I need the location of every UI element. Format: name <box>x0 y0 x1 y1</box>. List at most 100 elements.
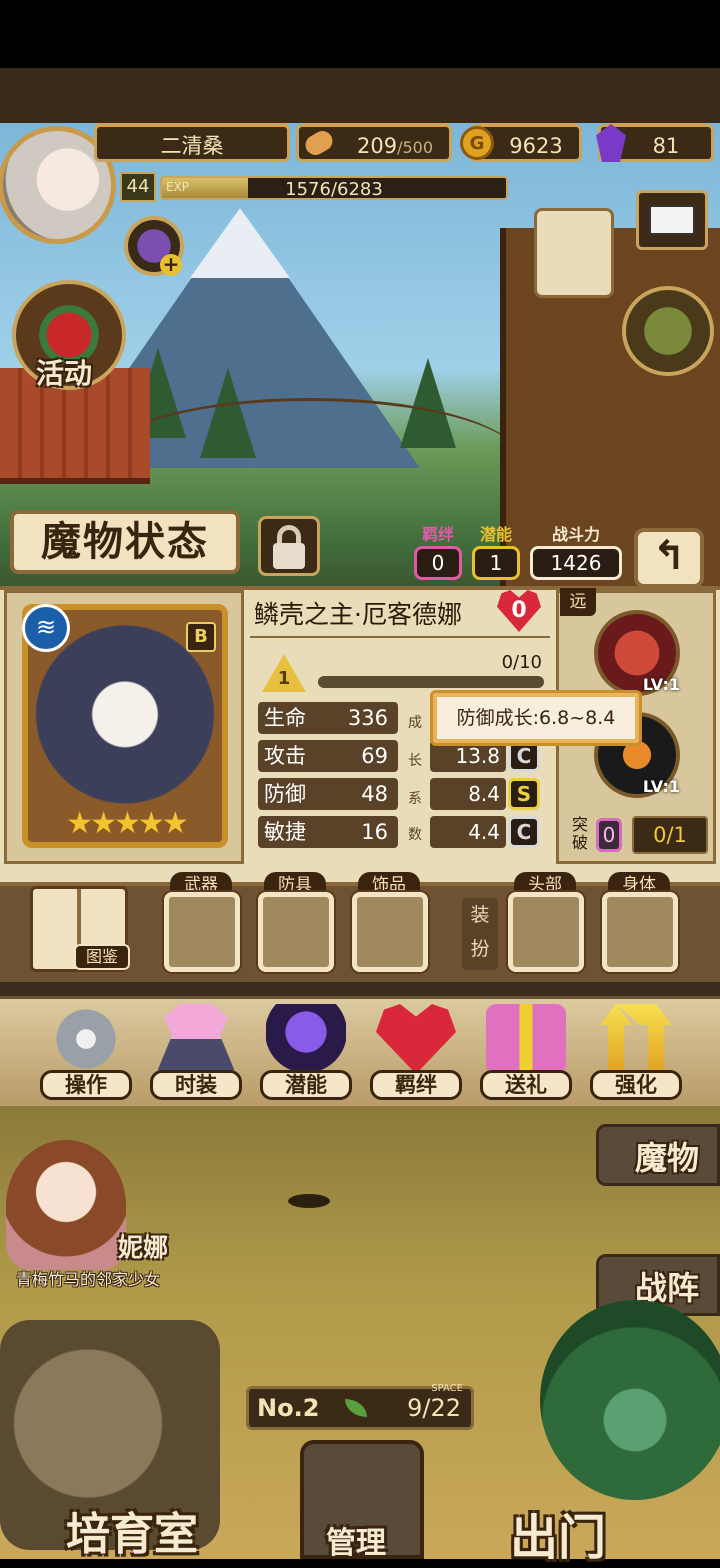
gift-label: 送礼 <box>480 1070 572 1100</box>
stat-value: 48 <box>361 782 388 806</box>
power-value: 1426 <box>530 546 622 580</box>
operate-label: 操作 <box>40 1070 132 1100</box>
growth-vertical-label: 系 <box>408 791 422 807</box>
growth-vertical-label: 长 <box>408 753 422 769</box>
bond-stat: 羁绊 0 <box>414 526 462 580</box>
affection-heart[interactable]: 0 <box>494 590 544 634</box>
element-glyph: ≋ <box>35 613 57 641</box>
space-count: 9/22 <box>407 1394 461 1422</box>
stat-value: 336 <box>347 706 388 730</box>
growth-defense: 8.4 <box>430 778 506 810</box>
potential-value: 1 <box>472 546 520 580</box>
page-title: 魔物状态 <box>10 510 240 574</box>
body-slot[interactable] <box>602 892 678 972</box>
big-tree <box>540 1300 720 1500</box>
stat-label: 敏捷 <box>264 820 306 844</box>
npc-nina-portrait[interactable] <box>6 1140 126 1270</box>
player-name: 二清桑 <box>160 134 224 158</box>
manage-button[interactable]: 管理 <box>300 1440 424 1561</box>
level-number: 1 <box>277 668 291 689</box>
gem-amount: 81 <box>652 134 680 158</box>
manage-label: 管理 <box>326 1526 386 1561</box>
go-out-button[interactable]: 出门 <box>510 1498 606 1568</box>
power-stat: 战斗力 1426 <box>530 526 622 580</box>
operate-button[interactable]: 操作 <box>40 998 132 1104</box>
enhance-label: 强化 <box>590 1070 682 1100</box>
exp-bar: EXP 1576/6283 <box>160 176 508 200</box>
stat-label: 防御 <box>264 782 306 806</box>
break-count[interactable]: 0/1 <box>632 816 708 854</box>
gear-icon <box>46 1004 126 1074</box>
laundry-rope <box>100 398 520 521</box>
power-label: 战斗力 <box>551 525 600 544</box>
stat-label: 攻击 <box>264 744 306 768</box>
lock-body <box>273 543 305 569</box>
shadow-icon <box>266 1004 346 1074</box>
stat-value: 69 <box>361 744 388 768</box>
accessory-slot[interactable] <box>352 892 428 972</box>
level-progress-bar <box>318 676 544 688</box>
player-level-badge: 44 <box>120 172 156 202</box>
player-level: 44 <box>126 176 150 197</box>
envelope-icon <box>649 205 695 235</box>
bond-action-label: 羁绊 <box>370 1070 462 1100</box>
stat-row-agility: 敏捷 16 <box>258 816 398 848</box>
player-name-plate: 二清桑 <box>94 124 290 162</box>
coin-glyph: G <box>469 133 485 154</box>
stat-label: 生命 <box>264 706 306 730</box>
gift-button[interactable]: 送礼 <box>480 998 572 1104</box>
skill-level: LV:1 <box>642 675 680 694</box>
stat-row-attack: 攻击 69 <box>258 740 398 772</box>
stamina-current: 209 <box>356 134 398 158</box>
event-label: 活动 <box>36 357 93 390</box>
head-slot[interactable] <box>508 892 584 972</box>
back-arrow-icon: ↰ <box>652 533 686 579</box>
dress-label: 装扮 <box>462 898 498 970</box>
weapon-slot[interactable] <box>164 892 240 972</box>
stamina-counter[interactable]: 209/500 <box>296 124 452 162</box>
star-rating: ★★★★★ <box>66 806 188 841</box>
heart-value: 0 <box>511 598 527 623</box>
potential-action-label: 潜能 <box>260 1070 352 1100</box>
back-button[interactable]: ↰ <box>634 528 704 588</box>
growth-tooltip: 防御成长:6.8~8.4 <box>430 690 642 746</box>
lock-button[interactable] <box>258 516 320 576</box>
npc-subtitle: 青梅竹马的邻家少女 <box>16 1270 161 1289</box>
rank-badge: B <box>186 622 216 652</box>
grade-defense: S <box>508 778 540 810</box>
growth-agility: 4.4 <box>430 816 506 848</box>
monster-list-button[interactable]: 魔物 <box>596 1124 720 1186</box>
gift-icon <box>486 1004 566 1074</box>
exp-text: 1576/6283 <box>285 179 383 200</box>
bond-button[interactable]: 羁绊 <box>370 998 462 1104</box>
add-gem-button[interactable]: + <box>124 216 184 276</box>
hearts-icon <box>376 1004 456 1074</box>
bag-button[interactable] <box>622 286 714 376</box>
skill-level: LV:1 <box>642 777 680 796</box>
grade-agility: C <box>508 816 540 848</box>
stamina-max: /500 <box>397 138 433 157</box>
nursery-button[interactable]: 培育室 <box>66 1498 198 1562</box>
gold-amount: 9623 <box>509 134 563 158</box>
stat-row-hp: 生命 336 <box>258 702 398 734</box>
bread-icon <box>301 127 337 159</box>
up-arrows-icon <box>600 1004 672 1074</box>
skill-1-button[interactable]: LV:1 <box>594 610 680 696</box>
gold-coin-icon: G <box>460 126 494 160</box>
potential-button[interactable]: 潜能 <box>260 998 352 1104</box>
armor-slot[interactable] <box>258 892 334 972</box>
break-value: 0 <box>596 818 622 852</box>
enhance-button[interactable]: 强化 <box>590 998 682 1104</box>
stat-value: 16 <box>361 820 388 844</box>
potential-label: 潜能 <box>479 525 512 544</box>
costume-label: 时装 <box>150 1070 242 1100</box>
event-button[interactable]: 活动 <box>12 280 126 390</box>
break-label: 突破 <box>571 815 588 852</box>
quest-scroll-button[interactable] <box>534 208 614 298</box>
space-no: No.2 <box>257 1394 320 1422</box>
mail-button[interactable] <box>636 190 708 250</box>
growth-vertical-label: 成 <box>408 715 422 731</box>
ground-hole <box>288 1194 330 1208</box>
costume-button[interactable]: 时装 <box>150 998 242 1104</box>
water-element-icon: ≋ <box>22 604 70 652</box>
